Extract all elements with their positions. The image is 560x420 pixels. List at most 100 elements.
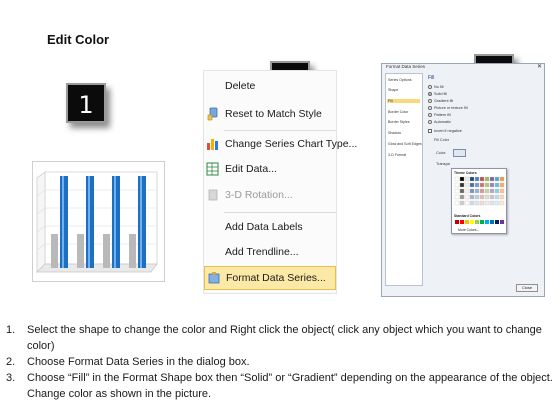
theme-color-swatch[interactable] (459, 194, 465, 200)
theme-color-swatch[interactable] (499, 188, 505, 194)
menu-item-edit-data[interactable]: Edit Data... (204, 158, 336, 182)
menu-item-reset-to-match-style[interactable]: Reset to Match Style (204, 103, 336, 127)
theme-color-swatch[interactable] (484, 188, 490, 194)
standard-color-swatch[interactable] (465, 220, 469, 224)
chart-type-icon (207, 139, 218, 150)
theme-color-swatch[interactable] (459, 176, 465, 182)
chart-bar-gray[interactable] (77, 234, 84, 268)
theme-color-swatch[interactable] (479, 200, 485, 206)
radio-label: Pattern fill (434, 113, 451, 117)
theme-color-swatch[interactable] (454, 182, 460, 188)
standard-color-swatch[interactable] (455, 220, 459, 224)
color-swatch-grid[interactable] (452, 169, 508, 235)
theme-color-swatch[interactable] (489, 176, 495, 182)
menu-item-change-series-chart-type[interactable]: Change Series Chart Type... (204, 133, 357, 157)
radio-pattern-fill[interactable]: Pattern fill (428, 113, 451, 117)
theme-color-swatch[interactable] (494, 182, 500, 188)
theme-color-swatch[interactable] (464, 188, 470, 194)
nav-item-border-styles[interactable]: Border Styles (388, 120, 410, 124)
standard-color-swatch[interactable] (460, 220, 464, 224)
theme-color-swatch[interactable] (454, 176, 460, 182)
standard-color-swatch[interactable] (475, 220, 479, 224)
theme-color-swatch[interactable] (499, 176, 505, 182)
nav-item-shadow[interactable]: Shadow (388, 131, 401, 135)
theme-color-swatch[interactable] (489, 188, 495, 194)
standard-color-swatch[interactable] (470, 220, 474, 224)
radio-no-fill[interactable]: No fill (428, 85, 444, 89)
standard-color-swatch[interactable] (480, 220, 484, 224)
theme-color-swatch[interactable] (464, 194, 470, 200)
theme-color-swatch[interactable] (489, 200, 495, 206)
radio-solid-fill[interactable]: Solid fill (428, 92, 447, 96)
nav-item-shape[interactable]: Shape (388, 88, 398, 92)
theme-color-swatch[interactable] (474, 176, 480, 182)
menu-item-delete[interactable]: Delete (204, 75, 336, 99)
dialog-title: Format Data Series (386, 64, 426, 69)
theme-color-swatch[interactable] (459, 188, 465, 194)
close-icon[interactable]: ✕ (537, 63, 542, 70)
step-text: Choose Format Data Series in the dialog … (27, 356, 250, 368)
menu-item-3d-rotation[interactable]: 3-D Rotation... (204, 184, 336, 208)
chart-bar-gray[interactable] (103, 234, 110, 268)
theme-color-swatch[interactable] (469, 194, 475, 200)
theme-color-swatch[interactable] (474, 200, 480, 206)
theme-color-swatch[interactable] (464, 200, 470, 206)
theme-color-swatch[interactable] (479, 188, 485, 194)
chart-bar-highlight (62, 176, 64, 268)
menu-item-add-trendline[interactable]: Add Trendline... (204, 241, 336, 265)
theme-color-swatch[interactable] (479, 194, 485, 200)
menu-item-add-data-labels[interactable]: Add Data Labels (204, 216, 336, 240)
theme-color-swatch[interactable] (474, 182, 480, 188)
theme-color-swatch[interactable] (499, 182, 505, 188)
theme-color-swatch[interactable] (459, 182, 465, 188)
theme-color-swatch[interactable] (494, 188, 500, 194)
chart-bar-gray[interactable] (51, 234, 58, 268)
theme-color-swatch[interactable] (489, 194, 495, 200)
color-dropdown-button[interactable] (453, 149, 466, 157)
theme-color-swatch[interactable] (489, 182, 495, 188)
theme-color-swatch[interactable] (464, 176, 470, 182)
nav-item-series-options[interactable]: Series Options (388, 78, 412, 82)
column-chart-thumbnail[interactable] (32, 161, 165, 282)
theme-color-swatch[interactable] (479, 176, 485, 182)
standard-color-swatch[interactable] (485, 220, 489, 224)
standard-color-swatch[interactable] (490, 220, 494, 224)
theme-color-swatch[interactable] (454, 194, 460, 200)
nav-item-fill[interactable]: Fill (387, 99, 420, 103)
nav-item-glow-soft-edges[interactable]: Glow and Soft Edges (388, 142, 422, 146)
theme-color-swatch[interactable] (479, 182, 485, 188)
standard-color-swatch[interactable] (495, 220, 499, 224)
step-text: Select the shape to change the color and… (27, 324, 542, 352)
close-button[interactable]: Close (516, 284, 538, 292)
menu-item-format-data-series[interactable]: Format Data Series... (204, 266, 336, 290)
theme-color-swatch[interactable] (454, 200, 460, 206)
radio-icon (428, 120, 432, 124)
radio-automatic[interactable]: Automatic (428, 120, 451, 124)
theme-color-swatch[interactable] (484, 200, 490, 206)
theme-color-swatch[interactable] (494, 176, 500, 182)
theme-color-swatch[interactable] (469, 176, 475, 182)
standard-color-swatch[interactable] (500, 220, 504, 224)
theme-color-swatch[interactable] (494, 200, 500, 206)
theme-color-swatch[interactable] (499, 194, 505, 200)
radio-picture-fill[interactable]: Picture or texture fill (428, 106, 468, 110)
theme-color-swatch[interactable] (474, 194, 480, 200)
nav-item-3d-format[interactable]: 3-D Format (388, 153, 406, 157)
theme-color-swatch[interactable] (454, 188, 460, 194)
theme-color-swatch[interactable] (464, 182, 470, 188)
theme-color-swatch[interactable] (484, 194, 490, 200)
theme-color-swatch[interactable] (499, 200, 505, 206)
theme-color-swatch[interactable] (469, 188, 475, 194)
theme-color-swatch[interactable] (469, 200, 475, 206)
theme-color-swatch[interactable] (484, 176, 490, 182)
invert-if-negative-checkbox[interactable]: Invert if negative (428, 129, 462, 133)
theme-color-swatch[interactable] (494, 194, 500, 200)
theme-color-swatch[interactable] (484, 182, 490, 188)
theme-color-swatch[interactable] (469, 182, 475, 188)
radio-gradient-fill[interactable]: Gradient fill (428, 99, 453, 103)
theme-color-swatch[interactable] (474, 188, 480, 194)
nav-item-border-color[interactable]: Border Color (388, 110, 408, 114)
chart-bar-gray[interactable] (129, 234, 136, 268)
more-colors-link[interactable]: More Colors... (458, 228, 479, 232)
theme-color-swatch[interactable] (459, 200, 465, 206)
